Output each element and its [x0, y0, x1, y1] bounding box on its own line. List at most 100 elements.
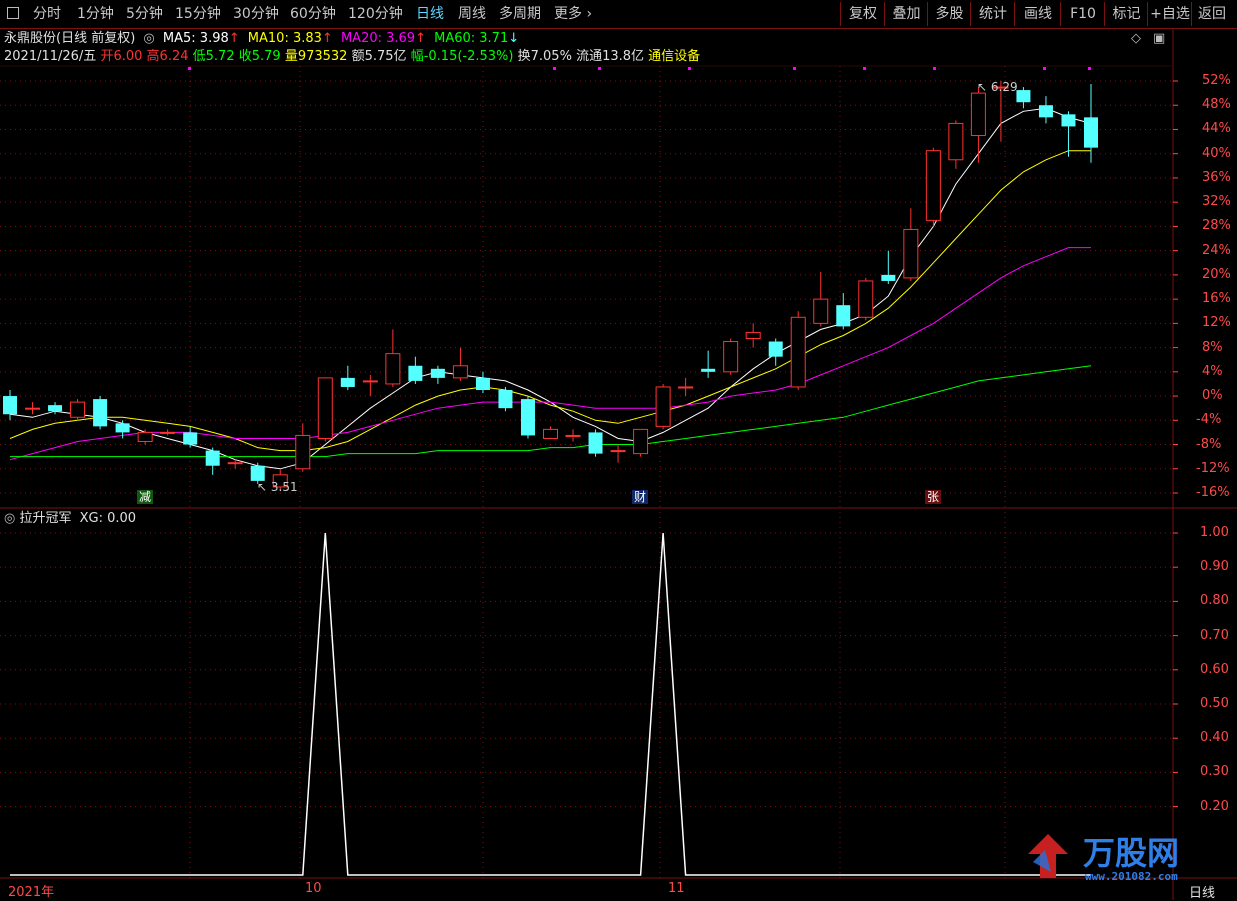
price-tick-label: 52% [1202, 73, 1231, 88]
ma-toggle-icon[interactable]: ◎ [143, 31, 154, 46]
marker-finance[interactable]: 财 [632, 490, 649, 504]
candle-body [565, 434, 581, 437]
price-tick-label: 8% [1202, 339, 1223, 355]
candle-body [790, 316, 806, 388]
event-dot [188, 67, 191, 70]
price-tick-label: 20% [1202, 266, 1231, 282]
open-value: 开6.00 [100, 49, 143, 64]
date-label-oct: 10 [305, 881, 322, 896]
low-annotation: ↖ 3.51 [257, 480, 298, 494]
logo-arrow-icon [1023, 832, 1073, 882]
indicator-tick-label: 0.40 [1200, 730, 1229, 746]
candle-body [925, 150, 941, 221]
candle-body [701, 368, 716, 372]
candle-body [836, 305, 851, 327]
candle-body [93, 399, 108, 427]
candle-body [1084, 117, 1098, 148]
watermark-logo: 万股网 www.201082.com [1015, 822, 1215, 892]
marker-reduce[interactable]: 减 [137, 490, 154, 504]
candle-body [250, 465, 265, 481]
date-label-year: 2021年 [8, 885, 55, 900]
candle-body [340, 377, 355, 387]
price-tick-label: -4% [1196, 412, 1222, 428]
indicator-tick-label: 1.00 [1200, 525, 1229, 540]
up-arrow-icon: ↑ [415, 31, 426, 46]
price-tick-label: 28% [1202, 218, 1231, 234]
indicator-toggle-icon[interactable]: ◎ [4, 511, 15, 526]
indicator-tick-label: 0.50 [1200, 696, 1229, 711]
watermark-url: www.201082.com [1085, 870, 1178, 883]
float-value: 流通13.8亿 [576, 49, 645, 64]
price-tick-label: 32% [1202, 194, 1231, 210]
change-value: 幅-0.15(-2.53%) [410, 49, 514, 64]
indicator-header: ◎ 拉升冠军 XG: 0.00 [4, 510, 136, 528]
high-price: 6.29 [990, 80, 1018, 94]
candle-body [408, 365, 423, 381]
price-tick-label: 0% [1202, 388, 1223, 404]
candle-body [317, 377, 333, 439]
ma20-label: MA20: 3.69 [340, 31, 416, 46]
event-dot [933, 67, 936, 70]
indicator-title[interactable]: 拉升冠军 [19, 511, 71, 526]
candle-body [678, 386, 694, 389]
candle-body [723, 341, 739, 373]
diamond-icon[interactable]: ◇ [1131, 31, 1141, 46]
indicator-tick-label: 0.70 [1200, 627, 1229, 643]
ma5-label: MA5: 3.98 [162, 31, 229, 46]
candle-body [205, 450, 220, 466]
stock-info-line2: 2021/11/26/五 开6.00 高6.24 低5.72 收5.79 量97… [4, 48, 700, 66]
marker-rise[interactable]: 张 [925, 490, 942, 504]
window-icon[interactable]: ▣ [1153, 31, 1165, 46]
candle-body [498, 390, 513, 409]
chart-canvas [0, 28, 1237, 900]
candle-body [362, 380, 378, 383]
event-dot [598, 67, 601, 70]
candle-body [948, 122, 964, 161]
candle-body [227, 462, 243, 465]
candle-body [48, 405, 63, 412]
price-tick-label: 16% [1202, 291, 1231, 307]
candle-body [588, 432, 603, 454]
candle-body [1016, 90, 1031, 103]
candle-body [452, 365, 468, 379]
date-value: 2021/11/26/五 [4, 49, 97, 64]
candle-body [115, 423, 130, 433]
low-price: 3.51 [270, 480, 298, 494]
ma10-label: MA10: 3.83 [247, 31, 322, 46]
candle-body [633, 428, 649, 455]
candle-body [475, 377, 490, 390]
indicator-tick-label: 0.20 [1200, 798, 1229, 814]
date-label-nov: 11 [668, 881, 685, 896]
high-value: 高6.24 [146, 49, 189, 64]
price-tick-label: 4% [1202, 363, 1223, 379]
close-value: 收5.79 [238, 49, 281, 64]
price-tick-label: 24% [1202, 242, 1231, 258]
candle-body [903, 228, 919, 279]
amount-value: 额5.75亿 [351, 49, 407, 64]
candle-body [610, 450, 626, 453]
indicator-tick-label: 0.90 [1200, 559, 1229, 575]
event-dot [793, 67, 796, 70]
event-dot [1088, 67, 1091, 70]
sector-value[interactable]: 通信设备 [648, 49, 700, 64]
volume-value: 量973532 [284, 49, 348, 64]
candle-body [295, 434, 311, 470]
price-tick-label: -16% [1196, 485, 1230, 500]
candle-body [813, 298, 829, 324]
turnover-value: 换7.05% [517, 49, 572, 64]
candle-body [1061, 114, 1076, 127]
event-dot [553, 67, 556, 70]
candle-body [520, 399, 535, 436]
stock-info-line1: 永鼎股份(日线 前复权) ◎ MA5: 3.98↑ MA10: 3.83↑ MA… [4, 30, 519, 48]
candle-body [430, 368, 445, 378]
price-tick-label: 44% [1202, 121, 1231, 137]
stock-title: 永鼎股份(日线 前复权) [4, 31, 136, 46]
up-arrow-icon: ↑ [228, 31, 240, 46]
candle-body [745, 331, 761, 339]
indicator-tick-label: 0.60 [1200, 661, 1229, 677]
ma60-label: MA60: 3.71 [434, 31, 509, 46]
candle-body [858, 280, 874, 318]
candle-body [655, 386, 671, 427]
candle-body [137, 431, 153, 443]
indicator-tick-label: 0.30 [1200, 764, 1229, 780]
